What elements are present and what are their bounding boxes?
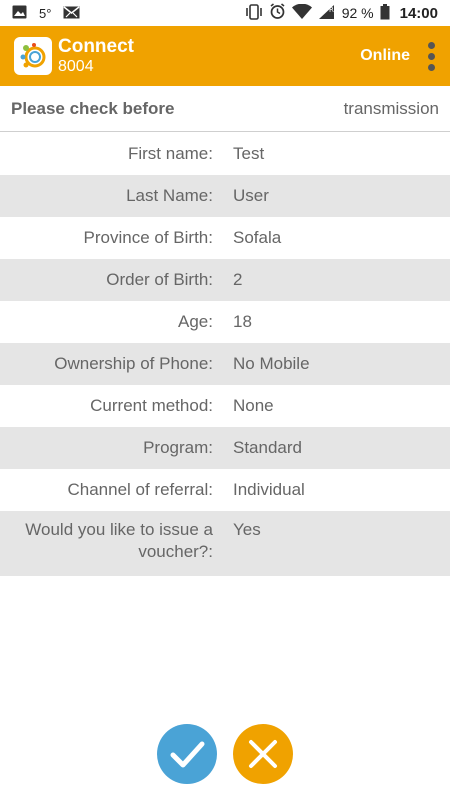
connection-status: Online bbox=[360, 47, 410, 64]
row-label: First name: bbox=[127, 144, 213, 163]
check-icon bbox=[170, 741, 205, 768]
review-header: Please check before transmission bbox=[0, 86, 450, 132]
summary-table: First name: Test Last Name: User Provinc… bbox=[0, 133, 450, 576]
confirm-button[interactable] bbox=[157, 724, 217, 784]
review-header-left: Please check before bbox=[11, 98, 175, 118]
signal-icon: R bbox=[318, 4, 336, 23]
action-bar bbox=[0, 724, 450, 784]
row-value: Test bbox=[233, 144, 265, 163]
row-value: Standard bbox=[233, 438, 302, 457]
row-value: User bbox=[233, 186, 269, 205]
table-row: Province of Birth: Sofala bbox=[0, 217, 450, 259]
mail-icon bbox=[63, 5, 80, 22]
alarm-icon bbox=[269, 3, 286, 23]
row-label: Ownership of Phone: bbox=[54, 354, 213, 373]
vibrate-icon bbox=[245, 3, 263, 23]
app-bar: Connect 8004 Online bbox=[0, 26, 450, 86]
clock-time: 14:00 bbox=[399, 4, 438, 22]
row-label: Order of Birth: bbox=[106, 270, 213, 289]
cancel-button[interactable] bbox=[233, 724, 293, 784]
row-label: Program: bbox=[143, 438, 213, 457]
table-row: Program: Standard bbox=[0, 427, 450, 469]
row-label: Would you like to issue a voucher?: bbox=[25, 520, 213, 561]
table-row: Channel of referral: Individual bbox=[0, 469, 450, 511]
row-value: None bbox=[233, 396, 274, 415]
battery-icon bbox=[380, 3, 390, 23]
status-bar: 5° R 92 % 14:00 bbox=[0, 0, 450, 26]
table-row: Current method: None bbox=[0, 385, 450, 427]
app-logo-icon bbox=[14, 37, 52, 75]
row-value: Individual bbox=[233, 480, 305, 499]
table-row: Last Name: User bbox=[0, 175, 450, 217]
overflow-menu-icon[interactable] bbox=[426, 41, 436, 71]
row-label: Age: bbox=[178, 312, 213, 331]
battery-percent: 92 % bbox=[341, 5, 374, 21]
row-value: 18 bbox=[233, 312, 252, 331]
close-icon bbox=[249, 740, 277, 768]
review-header-right: transmission bbox=[343, 98, 439, 118]
row-label: Province of Birth: bbox=[83, 228, 213, 247]
table-row: Ownership of Phone: No Mobile bbox=[0, 343, 450, 385]
temperature-text: 5° bbox=[39, 5, 52, 21]
table-row: Order of Birth: 2 bbox=[0, 259, 450, 301]
row-label: Last Name: bbox=[126, 186, 213, 205]
app-subtitle: 8004 bbox=[58, 57, 94, 75]
row-label: Current method: bbox=[90, 396, 213, 415]
wifi-icon bbox=[291, 3, 312, 23]
row-value: Sofala bbox=[233, 228, 282, 247]
table-row: First name: Test bbox=[0, 133, 450, 175]
row-value: Yes bbox=[233, 520, 261, 539]
svg-text:R: R bbox=[329, 6, 334, 14]
app-title: Connect bbox=[58, 35, 134, 57]
row-label: Channel of referral: bbox=[67, 480, 213, 499]
table-row: Age: 18 bbox=[0, 301, 450, 343]
row-value: 2 bbox=[233, 270, 243, 289]
row-value: No Mobile bbox=[233, 354, 310, 373]
table-row: Would you like to issue a voucher?: Yes bbox=[0, 511, 450, 576]
image-icon bbox=[12, 5, 27, 22]
